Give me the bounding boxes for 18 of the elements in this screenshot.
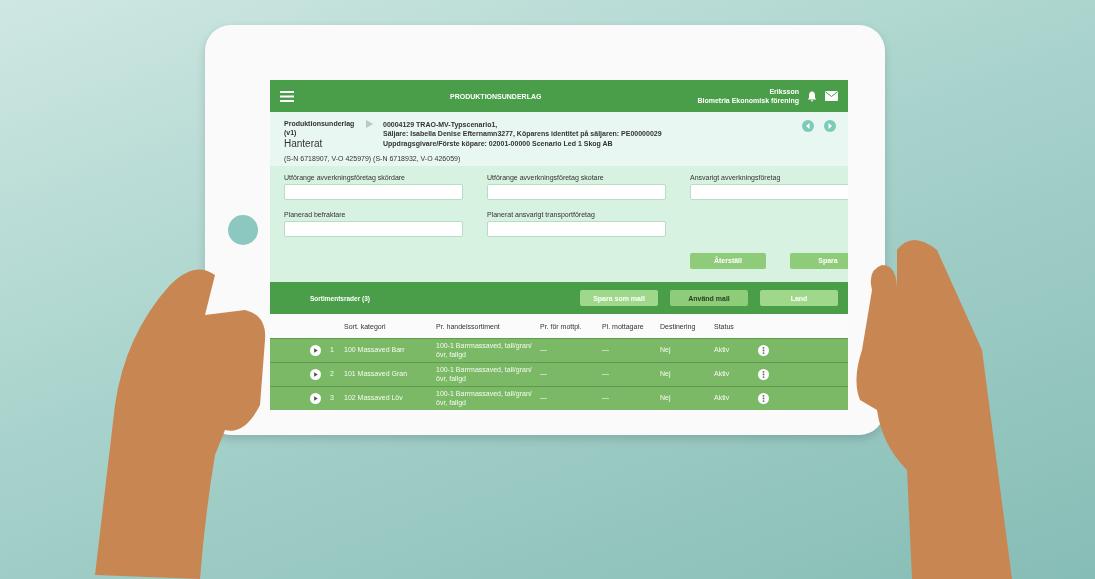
triangle-icon xyxy=(366,120,373,128)
mail-icon[interactable] xyxy=(825,91,838,101)
input-field[interactable] xyxy=(487,184,666,200)
menu-icon[interactable] xyxy=(280,90,294,102)
next-icon[interactable] xyxy=(824,120,836,132)
play-icon[interactable] xyxy=(310,345,321,356)
previous-icon[interactable] xyxy=(802,120,814,132)
more-icon[interactable] xyxy=(758,345,769,356)
input-field[interactable] xyxy=(284,221,463,238)
input-field[interactable] xyxy=(284,184,463,200)
input-field[interactable] xyxy=(690,184,848,200)
more-icon[interactable] xyxy=(758,393,769,404)
more-icon[interactable] xyxy=(758,369,769,380)
bell-icon[interactable] xyxy=(807,90,817,102)
input-field[interactable] xyxy=(487,221,666,238)
status-label: Hanterat xyxy=(284,138,324,149)
play-icon[interactable] xyxy=(310,369,321,380)
play-icon[interactable] xyxy=(310,393,321,404)
